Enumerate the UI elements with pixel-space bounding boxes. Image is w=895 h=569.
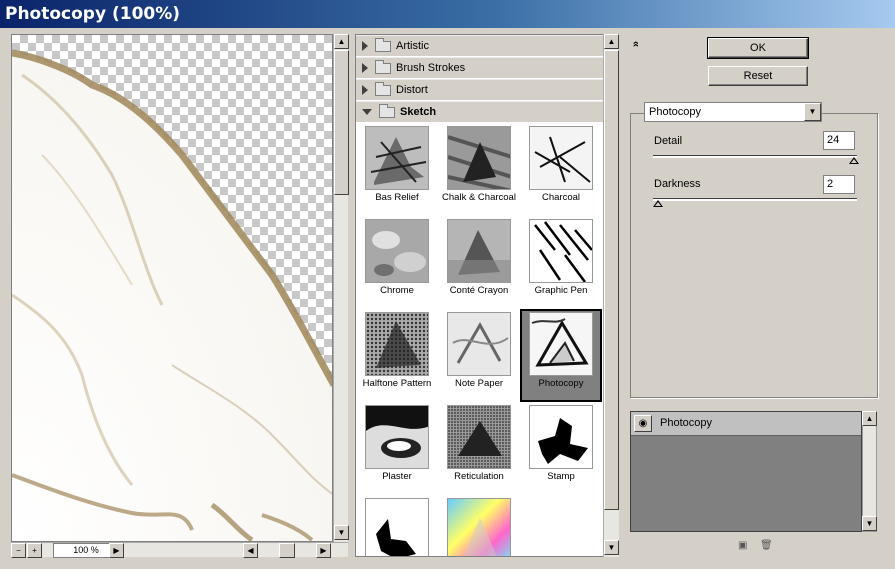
- detail-input[interactable]: 24: [823, 131, 855, 150]
- category-sketch[interactable]: Sketch: [356, 101, 603, 123]
- filter-note-paper[interactable]: Note Paper: [438, 309, 520, 402]
- horizontal-scroll-thumb[interactable]: [279, 543, 295, 558]
- filter-label: Graphic Pen: [534, 285, 588, 296]
- category-distort[interactable]: Distort: [356, 79, 603, 101]
- filter-thumbnail: [529, 312, 593, 376]
- darkness-input[interactable]: 2: [823, 175, 855, 194]
- filter-label: Plaster: [382, 471, 412, 482]
- expand-icon: [362, 85, 368, 95]
- effect-layer-name: Photocopy: [660, 417, 712, 429]
- filter-chrome[interactable]: Chrome: [356, 216, 438, 309]
- filter-label: Bas Relief: [375, 192, 419, 203]
- filter-label: Note Paper: [454, 378, 504, 389]
- chevron-down-icon[interactable]: ▼: [804, 103, 821, 121]
- reset-button[interactable]: Reset: [708, 66, 808, 86]
- scroll-down-icon[interactable]: ▼: [604, 540, 619, 555]
- eye-icon[interactable]: ◉: [634, 415, 652, 432]
- filter-select[interactable]: Photocopy ▼: [644, 102, 822, 122]
- category-label: Sketch: [400, 106, 437, 118]
- filter-label: Reticulation: [454, 471, 504, 482]
- expand-icon: [362, 63, 368, 73]
- scroll-up-icon[interactable]: ▲: [334, 34, 349, 49]
- filter-torn-edges[interactable]: [356, 495, 438, 556]
- scroll-thumb[interactable]: [334, 50, 349, 195]
- expand-icon: [362, 41, 368, 51]
- window-title: Photocopy (100%): [0, 0, 895, 28]
- filter-bas-relief[interactable]: Bas Relief: [356, 123, 438, 216]
- filter-label: Photocopy: [538, 378, 584, 389]
- filter-stamp[interactable]: Stamp: [520, 402, 602, 495]
- filter-label: Halftone Pattern: [362, 378, 432, 389]
- scroll-up-icon[interactable]: ▲: [862, 411, 877, 426]
- filter-charcoal[interactable]: Charcoal: [520, 123, 602, 216]
- folder-icon: [375, 37, 391, 52]
- filter-label: Stamp: [547, 471, 575, 482]
- category-label: Brush Strokes: [396, 62, 466, 74]
- filter-thumbnail: [365, 405, 429, 469]
- category-artistic[interactable]: Artistic: [356, 35, 603, 57]
- effect-layers-panel: ◉ Photocopy: [630, 411, 862, 532]
- collapse-gallery-icon[interactable]: »: [630, 41, 642, 47]
- filter-gallery: Artistic Brush Strokes Distort Sketch Ba…: [355, 34, 604, 557]
- filter-plaster[interactable]: Plaster: [356, 402, 438, 495]
- filter-thumbnail: [529, 405, 593, 469]
- filter-thumbnail: [447, 219, 511, 283]
- filter-water-paper[interactable]: [438, 495, 520, 556]
- detail-label: Detail: [654, 135, 683, 147]
- filter-thumbnail: [365, 219, 429, 283]
- folder-open-icon: [379, 103, 395, 118]
- scroll-down-icon[interactable]: ▼: [862, 516, 877, 531]
- filter-reticulation[interactable]: Reticulation: [438, 402, 520, 495]
- ok-button[interactable]: OK: [707, 37, 809, 59]
- folder-icon: [375, 81, 391, 96]
- scroll-right-icon[interactable]: ▶: [316, 543, 331, 558]
- effect-layer[interactable]: ◉ Photocopy: [631, 412, 861, 436]
- filter-label: Chrome: [380, 285, 414, 296]
- scroll-down-icon[interactable]: ▼: [334, 525, 349, 540]
- filter-thumbnail: [447, 405, 511, 469]
- preview-image: [12, 49, 332, 541]
- darkness-slider-handle[interactable]: [653, 200, 663, 207]
- delete-effect-layer-icon[interactable]: 🗑: [760, 541, 773, 551]
- detail-slider-handle[interactable]: [849, 157, 859, 164]
- preview-bottom-bar: − + 100 % ▶ ◀ ▶: [11, 542, 348, 558]
- gallery-scrollbar[interactable]: ▲ ▼: [603, 34, 619, 557]
- detail-slider[interactable]: [653, 155, 857, 158]
- darkness-label: Darkness: [654, 178, 701, 190]
- filter-halftone-pattern[interactable]: Halftone Pattern: [356, 309, 438, 402]
- filter-thumbnail: [365, 312, 429, 376]
- filter-photocopy[interactable]: Photocopy: [520, 309, 602, 402]
- new-effect-layer-icon[interactable]: ▣: [738, 541, 748, 551]
- folder-icon: [375, 59, 391, 74]
- scroll-up-icon[interactable]: ▲: [604, 34, 619, 49]
- filter-thumbnail: [529, 126, 593, 190]
- filter-thumbnail: [365, 126, 429, 190]
- zoom-in-button[interactable]: +: [27, 543, 42, 558]
- filter-thumbnail: [447, 312, 511, 376]
- filter-thumbnail: [529, 219, 593, 283]
- zoom-out-button[interactable]: −: [11, 543, 26, 558]
- filter-chalk-charcoal[interactable]: Chalk & Charcoal: [438, 123, 520, 216]
- filter-label: Chalk & Charcoal: [442, 192, 516, 203]
- category-label: Artistic: [396, 40, 429, 52]
- zoom-menu-icon[interactable]: ▶: [109, 543, 124, 558]
- scroll-left-icon[interactable]: ◀: [243, 543, 258, 558]
- filter-select-value: Photocopy: [649, 106, 701, 118]
- preview-vertical-scrollbar[interactable]: ▲ ▼: [333, 34, 349, 542]
- filter-graphic-pen[interactable]: Graphic Pen: [520, 216, 602, 309]
- category-brush-strokes[interactable]: Brush Strokes: [356, 57, 603, 79]
- image-preview[interactable]: [11, 34, 333, 542]
- filter-thumbnail: [447, 498, 511, 556]
- scroll-thumb[interactable]: [604, 50, 619, 510]
- filter-thumbnail: [447, 126, 511, 190]
- layers-scrollbar[interactable]: ▲ ▼: [862, 411, 877, 532]
- filter-label: Conté Crayon: [449, 285, 509, 296]
- collapse-icon: [362, 109, 372, 115]
- darkness-slider[interactable]: [653, 198, 857, 201]
- filter-label: Charcoal: [541, 192, 581, 203]
- filter-conte-crayon[interactable]: Conté Crayon: [438, 216, 520, 309]
- filter-thumbnail: [365, 498, 429, 556]
- category-label: Distort: [396, 84, 428, 96]
